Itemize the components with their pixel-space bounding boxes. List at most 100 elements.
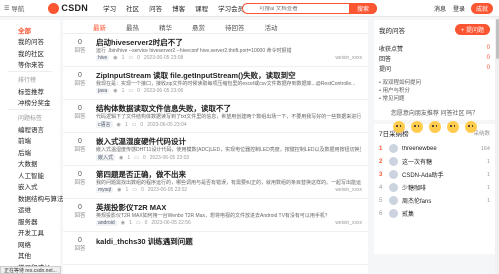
answer-count: 0 回答 — [74, 237, 86, 252]
question-tag[interactable]: mysql — [96, 187, 114, 193]
sidebar-item-waiting[interactable]: 等你来答 — [0, 59, 60, 71]
question-item[interactable]: 0 回答 第四题是否正确，做不出来 我的问题需找出数组的程序运行的，哪些调用与是否有错… — [63, 166, 368, 199]
sidebar-item-tag-recommend[interactable]: 标签推荐 — [0, 85, 60, 97]
left-sidebar: 全部 我的问答 我的社区 等你来答 排行榜 标签推荐 冲榜分奖金 问题标签 编程… — [0, 20, 64, 274]
answer-num: 0 — [142, 154, 146, 161]
question-title[interactable]: kaldi_thchs30 训练遇到问题 — [96, 236, 193, 247]
tab-bounty[interactable]: 悬赏 — [192, 22, 205, 32]
view-count: 1 — [127, 154, 131, 161]
question-item[interactable]: 0 回答 kaldi_thchs30 训练遇到问题 — [63, 232, 368, 265]
question-tag[interactable]: java — [96, 88, 110, 94]
sidebar-tag-server[interactable]: 服务器 — [0, 215, 60, 227]
face-icon[interactable] — [464, 121, 477, 133]
menu-icon[interactable]: ☰ — [4, 5, 9, 12]
face-icon[interactable] — [446, 121, 459, 133]
ask-question-button[interactable]: + 提问题 — [454, 24, 490, 35]
tab-unanswered[interactable]: 待回答 — [225, 22, 245, 32]
sidebar-item-my-qa[interactable]: 我的问答 — [0, 36, 60, 48]
avatar[interactable] — [389, 157, 398, 166]
rank-item[interactable]: 3 CSDN-Ada助手 1 — [379, 168, 490, 181]
help-link[interactable]: • 常见问题 — [379, 95, 490, 103]
nav-link-qa[interactable]: 问答 — [149, 3, 162, 13]
sidebar-tag-other[interactable]: 其他 — [0, 250, 60, 262]
question-item[interactable]: 0 回答 ZipInputStream 读取 file.getInputStream… — [63, 67, 368, 100]
avatar[interactable] — [389, 183, 398, 192]
face-icon[interactable] — [392, 121, 405, 133]
eye-icon: ◉ — [119, 154, 124, 161]
avatar[interactable] — [389, 144, 398, 153]
sidebar-tag-frontend[interactable]: 前端 — [0, 135, 60, 147]
nav-link-vip[interactable]: 学习会员 — [218, 3, 244, 13]
rank-score: 164 — [480, 145, 490, 152]
help-link[interactable]: • 用户与积分 — [379, 87, 490, 95]
question-item[interactable]: 0 回答 英规投影仪T2R MAX 英规投影仪T2R MAX如何用一台Wenbo T2… — [63, 199, 368, 232]
rank-user-name[interactable]: 贰集 — [402, 209, 490, 218]
messages-link[interactable]: 消息 — [434, 4, 446, 13]
question-tag[interactable]: android — [96, 220, 117, 226]
tab-hot[interactable]: 最热 — [126, 22, 139, 32]
csdn-logo[interactable]: CSDN — [48, 2, 88, 14]
sidebar-item-my-community[interactable]: 我的社区 — [0, 47, 60, 59]
sidebar-tag-backend[interactable]: 后端 — [0, 146, 60, 158]
avatar[interactable] — [389, 209, 398, 218]
question-item[interactable]: 0 回答 启动hiveserver2时启不了 运行 ./bin/hive --serv… — [63, 34, 368, 67]
tab-activity[interactable]: 活动 — [265, 22, 278, 32]
comment-icon: ▭ — [128, 55, 134, 61]
page-scrollbar[interactable] — [495, 17, 499, 274]
weekly-rank-card: 7日采纳榜 采纳数 1 threenewbee 164 2 这一次有糖 13 CS… — [374, 124, 495, 254]
tab-latest[interactable]: 最新 — [93, 22, 106, 32]
question-tag[interactable]: c语言 — [96, 121, 113, 128]
scrollbar-thumb[interactable] — [495, 19, 499, 59]
face-icon[interactable] — [428, 121, 441, 133]
rank-user-name[interactable]: threenewbee — [402, 146, 481, 152]
question-excerpt: 代码逻辑下了文件结构体数据读写到了txt文件里的信息，希望用创建两个数组出场一下… — [96, 114, 361, 120]
rank-item[interactable]: 6 贰集 — [379, 207, 490, 220]
comment-icon: ▭ — [131, 121, 137, 128]
help-link[interactable]: • 双双程如何提问 — [379, 79, 490, 87]
sidebar-tag-algo[interactable]: 数据结构与算法 — [0, 192, 64, 204]
question-item[interactable]: 0 回答 结构体数据读取文件信息失败，读取不了 代码逻辑下了文件结构体数据读写到了tx… — [63, 100, 368, 133]
sidebar-tag-ai[interactable]: 人工智能 — [0, 169, 60, 181]
sidebar-tag-embedded[interactable]: 嵌入式 — [0, 181, 60, 193]
question-tag[interactable]: hive — [96, 55, 110, 61]
answer-count: 0 回答 — [74, 72, 86, 87]
rank-user-name[interactable]: CSDN-Ada助手 — [402, 170, 487, 179]
tab-featured[interactable]: 精华 — [159, 22, 172, 32]
question-tag[interactable]: 嵌入式 — [96, 154, 116, 161]
sidebar-item-all[interactable]: 全部 — [0, 24, 60, 36]
sidebar-tag-ops[interactable]: 运维 — [0, 204, 60, 216]
nav-link-course[interactable]: 课程 — [195, 3, 208, 13]
avatar[interactable] — [389, 170, 398, 179]
rank-item[interactable]: 5 周杰伦fans 1 — [379, 194, 490, 207]
sidebar-tag-devtools[interactable]: 开发工具 — [0, 227, 60, 239]
comment-icon: ▭ — [132, 187, 137, 193]
rank-item[interactable]: 2 这一次有糖 1 — [379, 155, 490, 168]
rank-user-name[interactable]: 这一次有糖 — [402, 157, 487, 166]
comment-icon: ▭ — [135, 220, 141, 226]
question-excerpt: 我现在是：实现一个接口，接收zip文件的时候读取每项压缩包里的excel或csv… — [96, 81, 356, 87]
question-item[interactable]: 0 回答 嵌入式温湿度硬件代码设计 嵌入式温湿度传感DHT11设计代码，使用模数(AD… — [63, 133, 368, 166]
nav-link-community[interactable]: 社区 — [126, 3, 139, 13]
search-button[interactable]: 搜索 — [349, 3, 377, 14]
eye-icon: ◉ — [120, 220, 126, 226]
rank-user-name[interactable]: 少糖咖啡 — [402, 183, 487, 192]
rank-user-name[interactable]: 周杰伦fans — [402, 196, 487, 205]
achievement-button[interactable]: 成就 — [470, 3, 493, 14]
nav-link-blog[interactable]: 博客 — [172, 3, 185, 13]
post-author[interactable]: weixin_xxxx — [335, 220, 362, 226]
sidebar-tag-lang[interactable]: 编程语言 — [0, 123, 60, 135]
rank-item[interactable]: 4 少糖咖啡 1 — [379, 181, 490, 194]
face-icon[interactable] — [410, 121, 423, 133]
sidebar-tag-network[interactable]: 网络 — [0, 238, 60, 250]
sidebar-tag-bigdata[interactable]: 大数据 — [0, 158, 60, 170]
avatar[interactable] — [389, 196, 398, 205]
status-bar: 正在等待 res.csdn.net... — [0, 266, 61, 274]
post-author[interactable]: weixin_xxxx — [335, 55, 362, 61]
post-author[interactable]: weixin_xxxx — [335, 187, 362, 193]
rank-item[interactable]: 1 threenewbee 164 — [379, 142, 490, 155]
login-link[interactable]: 登录 — [453, 4, 465, 13]
sidebar-item-bounty[interactable]: 冲榜分奖金 — [0, 97, 60, 109]
nav-label[interactable]: 导航 — [11, 3, 24, 13]
nav-link-study[interactable]: 学习 — [103, 3, 116, 13]
post-date: 2023-06-05 22:56 — [151, 220, 191, 226]
